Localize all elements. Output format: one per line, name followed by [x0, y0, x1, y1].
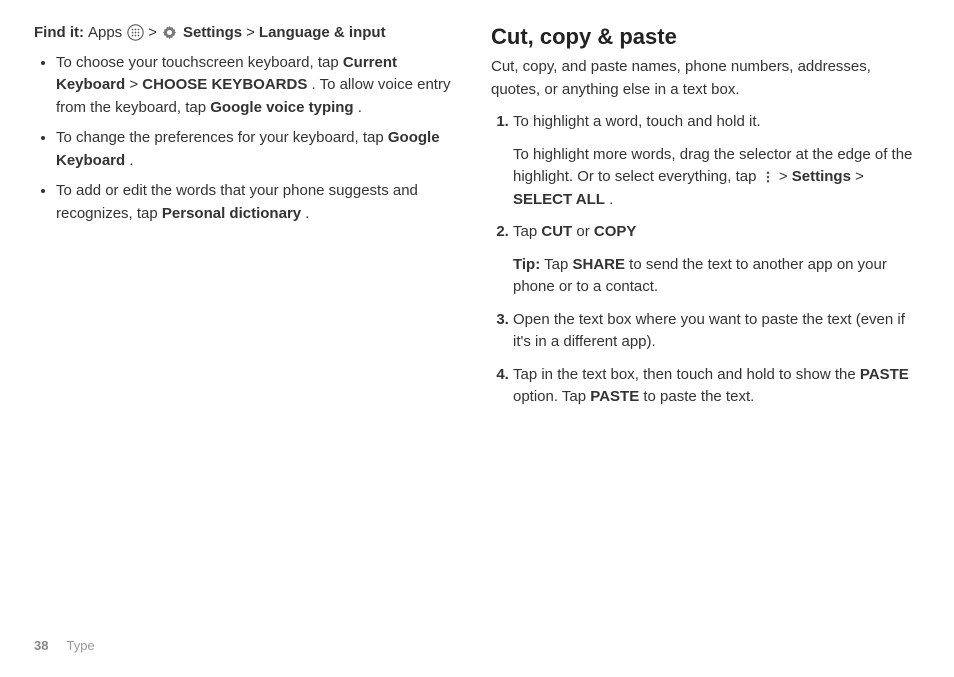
- bold-term: Personal dictionary: [162, 205, 301, 222]
- bold-term: SHARE: [572, 256, 625, 273]
- text: >: [779, 168, 792, 185]
- bullet-list: To choose your touchscreen keyboard, tap…: [34, 52, 463, 226]
- two-column-layout: Find it: Apps > Se: [34, 22, 920, 419]
- list-item: To add or edit the words that your phone…: [56, 180, 463, 225]
- section-name: Type: [66, 638, 94, 653]
- apps-icon: [126, 24, 144, 42]
- manual-page: Find it: Apps > Se: [0, 0, 954, 677]
- settings-label: Settings: [183, 22, 242, 44]
- text: to paste the text.: [643, 388, 754, 405]
- breadcrumb-gt: >: [148, 22, 157, 44]
- bold-term: CUT: [541, 223, 572, 240]
- text: option. Tap: [513, 388, 590, 405]
- step-text: To highlight a word, touch and hold it.: [513, 111, 920, 134]
- left-column: Find it: Apps > Se: [34, 22, 463, 419]
- step-text: Tap in the text box, then touch and hold…: [513, 364, 920, 409]
- page-number: 38: [34, 638, 48, 653]
- bold-term: PASTE: [590, 388, 639, 405]
- bold-term: SELECT ALL: [513, 191, 605, 208]
- right-column: Cut, copy & paste Cut, copy, and paste n…: [491, 22, 920, 419]
- step-text: Open the text box where you want to past…: [513, 309, 920, 354]
- step-3: Open the text box where you want to past…: [513, 309, 920, 354]
- bold-term: Settings: [792, 168, 851, 185]
- menu-icon: [761, 169, 775, 183]
- tip-text: Tip: Tap SHARE to send the text to anoth…: [513, 254, 920, 299]
- text: Tap in the text box, then touch and hold…: [513, 366, 860, 383]
- find-it-breadcrumb: Find it: Apps > Se: [34, 22, 463, 44]
- step-text: Tap CUT or COPY: [513, 221, 920, 244]
- text: >: [855, 168, 864, 185]
- tip-label: Tip:: [513, 256, 540, 273]
- text: Tap: [513, 223, 541, 240]
- apps-label: Apps: [88, 22, 122, 44]
- text: .: [358, 99, 362, 116]
- bold-term: CHOOSE KEYBOARDS: [142, 76, 307, 93]
- text: To change the preferences for your keybo…: [56, 129, 388, 146]
- text: .: [129, 152, 133, 169]
- text: To highlight more words, drag the select…: [513, 146, 912, 186]
- step-2: Tap CUT or COPY Tip: Tap SHARE to send t…: [513, 221, 920, 299]
- breadcrumb-gt: >: [246, 22, 255, 44]
- numbered-steps: To highlight a word, touch and hold it. …: [491, 111, 920, 409]
- language-input-label: Language & input: [259, 22, 386, 44]
- step-4: Tap in the text box, then touch and hold…: [513, 364, 920, 409]
- intro-paragraph: Cut, copy, and paste names, phone number…: [491, 56, 920, 101]
- section-heading: Cut, copy & paste: [491, 24, 920, 50]
- text: To choose your touchscreen keyboard, tap: [56, 54, 343, 71]
- text: >: [129, 76, 142, 93]
- page-footer: 38 Type: [34, 638, 95, 653]
- bold-term: COPY: [594, 223, 637, 240]
- step-1: To highlight a word, touch and hold it. …: [513, 111, 920, 211]
- find-it-label: Find it:: [34, 22, 84, 44]
- text: .: [609, 191, 613, 208]
- text: .: [305, 205, 309, 222]
- list-item: To change the preferences for your keybo…: [56, 127, 463, 172]
- bold-term: PASTE: [860, 366, 909, 383]
- step-text: To highlight more words, drag the select…: [513, 144, 920, 212]
- text: Tap: [544, 256, 572, 273]
- bold-term: Google voice typing: [210, 99, 353, 116]
- gear-icon: [161, 24, 179, 42]
- list-item: To choose your touchscreen keyboard, tap…: [56, 52, 463, 120]
- text: or: [576, 223, 594, 240]
